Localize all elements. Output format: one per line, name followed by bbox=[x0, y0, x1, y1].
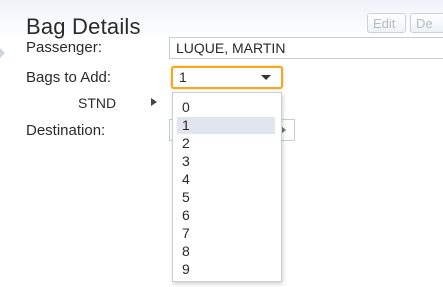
passenger-field[interactable]: LUQUE, MARTIN bbox=[169, 37, 443, 59]
page-title: Bag Details bbox=[26, 14, 141, 39]
panel-edge-arrow-icon bbox=[0, 48, 5, 58]
dropdown-option[interactable]: 9 bbox=[177, 261, 275, 278]
dropdown-option[interactable]: 0 bbox=[177, 99, 275, 116]
delete-button[interactable]: De bbox=[410, 13, 443, 33]
dropdown-option[interactable]: 3 bbox=[177, 153, 275, 170]
dropdown-option[interactable]: 5 bbox=[177, 189, 275, 206]
passenger-label: Passenger: bbox=[26, 39, 102, 56]
chevron-down-icon[interactable] bbox=[261, 75, 271, 80]
bags-to-add-select[interactable]: 1 bbox=[171, 66, 283, 89]
stnd-expand-icon[interactable] bbox=[151, 98, 157, 106]
bags-to-add-value: 1 bbox=[179, 69, 187, 85]
dropdown-option[interactable]: 6 bbox=[177, 207, 275, 224]
destination-label: Destination: bbox=[26, 122, 106, 139]
bags-dropdown-list: 0 1 2 3 4 5 6 7 8 9 bbox=[172, 92, 282, 282]
dropdown-option[interactable]: 4 bbox=[177, 171, 275, 188]
bags-to-add-label: Bags to Add: bbox=[26, 69, 112, 86]
dropdown-option-selected[interactable]: 1 bbox=[177, 117, 275, 134]
bag-details-panel: Bag Details Edit De Passenger: LUQUE, MA… bbox=[0, 0, 443, 287]
dropdown-option[interactable]: 8 bbox=[177, 243, 275, 260]
edit-button[interactable]: Edit bbox=[367, 13, 406, 33]
dropdown-option[interactable]: 2 bbox=[177, 135, 275, 152]
dropdown-option[interactable]: 7 bbox=[177, 225, 275, 242]
stnd-label: STND bbox=[78, 95, 117, 111]
